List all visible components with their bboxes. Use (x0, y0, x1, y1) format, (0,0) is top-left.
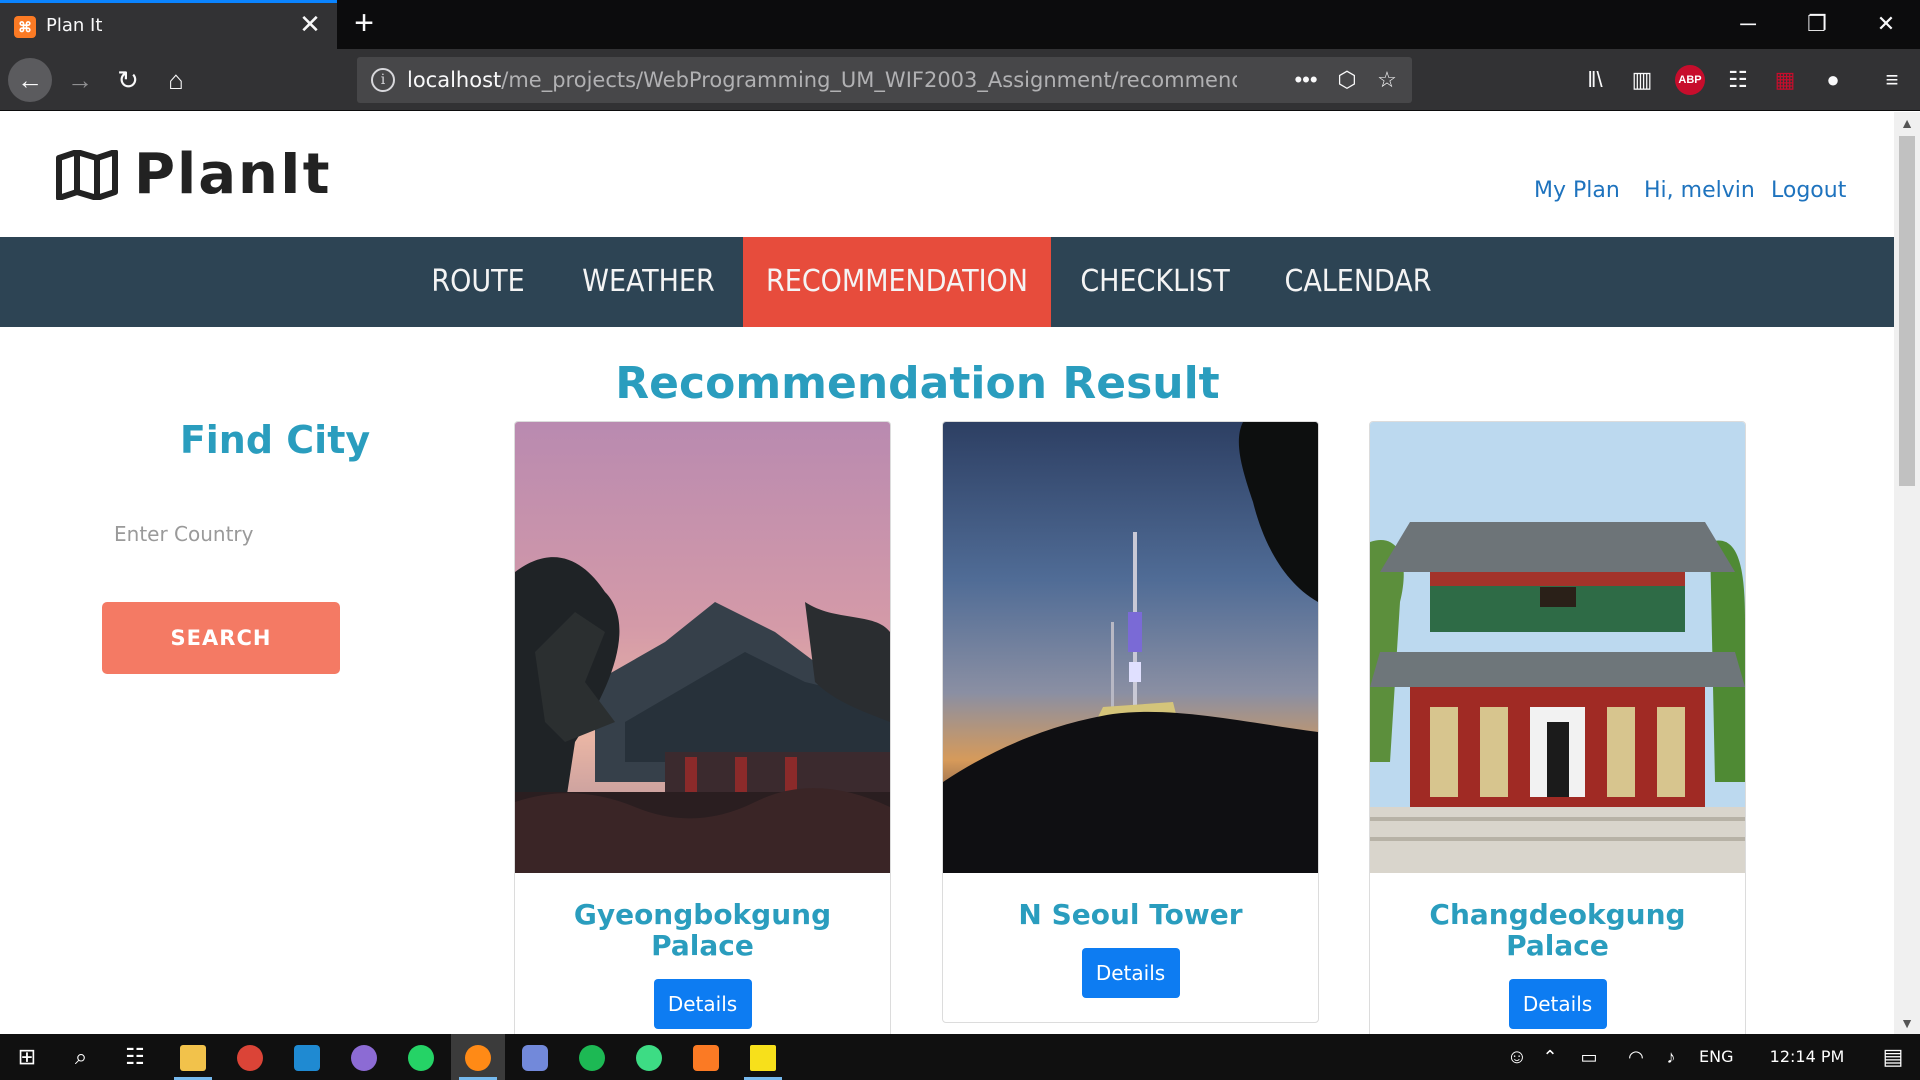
home-icon[interactable]: ⌂ (154, 58, 198, 102)
minimize-icon[interactable]: ─ (1725, 6, 1771, 42)
browser-tab[interactable]: ⌘ Plan It ✕ (0, 0, 337, 49)
url-host: localhost (407, 68, 502, 92)
find-city-title: Find City (179, 418, 371, 462)
n-seoul-tower-image (943, 422, 1318, 873)
account-icon[interactable]: ● (1818, 65, 1848, 95)
recommendation-card: Gyeongbokgung Palace Details (514, 421, 891, 1054)
sticky-notes-icon[interactable] (736, 1034, 790, 1080)
show-hidden-icons-icon[interactable]: ⌃ (1535, 1034, 1565, 1080)
adblock-icon[interactable]: ABP (1675, 65, 1705, 95)
card-title: N Seoul Tower (1018, 898, 1243, 931)
language-indicator[interactable]: ENG (1699, 1034, 1733, 1080)
url-path: /me_projects/WebProgramming_UM_WIF2003_A… (501, 68, 1237, 92)
new-tab-icon[interactable]: + (346, 6, 382, 42)
forward-icon[interactable]: → (58, 58, 102, 102)
close-tab-icon[interactable]: ✕ (296, 11, 324, 39)
country-input[interactable] (100, 512, 400, 556)
cors-icon[interactable]: ▦ (1770, 65, 1800, 95)
map-icon (56, 150, 118, 200)
page-scrollbar[interactable]: ▲ ▼ (1894, 112, 1920, 1034)
site-info-icon[interactable]: i (371, 68, 395, 92)
restore-icon[interactable]: ❐ (1794, 6, 1840, 42)
pocket-icon[interactable]: ⬡ (1333, 66, 1361, 94)
recommendation-card: Changdeokgung Palace Details (1369, 421, 1746, 1054)
tab-title: Plan It (46, 15, 103, 36)
chrome-icon[interactable] (223, 1034, 277, 1080)
close-window-icon[interactable]: ✕ (1863, 6, 1909, 42)
logout-link[interactable]: Logout (1771, 178, 1846, 203)
discord-icon[interactable] (508, 1034, 562, 1080)
nav-calendar[interactable]: CALENDAR (1265, 237, 1451, 327)
volume-icon[interactable]: ♪ (1655, 1034, 1687, 1080)
xampp-icon: ⌘ (14, 16, 36, 38)
windows-start-icon[interactable]: ⊞ (0, 1034, 54, 1080)
tab-strip: ⌘ Plan It ✕ + ─ ❐ ✕ (0, 0, 1920, 49)
nav-recommendation[interactable]: RECOMMENDATION (743, 237, 1051, 327)
card-title: Changdeokgung Palace (1429, 898, 1686, 962)
android-studio-icon[interactable] (622, 1034, 676, 1080)
menu-icon[interactable]: ≡ (1877, 65, 1907, 95)
site-logo[interactable]: PlanIt (134, 142, 332, 207)
recommendation-card: N Seoul Tower Details (942, 421, 1319, 1023)
bookmark-star-icon[interactable]: ☆ (1373, 66, 1401, 94)
site-header: PlanIt My Plan Hi, melvin Logout (0, 112, 1894, 237)
address-bar[interactable]: i localhost/me_projects/WebProgramming_U… (357, 57, 1412, 103)
nav-weather[interactable]: WEATHER (562, 237, 735, 327)
wifi-icon[interactable]: ◠ (1620, 1034, 1652, 1080)
back-icon[interactable]: ← (8, 58, 52, 102)
file-explorer-icon[interactable] (166, 1034, 220, 1080)
scroll-up-icon[interactable]: ▲ (1894, 112, 1920, 134)
xampp-taskbar-icon[interactable] (679, 1034, 733, 1080)
results-title: Recommendation Result (615, 358, 1220, 409)
reload-icon[interactable]: ↻ (106, 58, 150, 102)
gyeongbokgung-palace-image (515, 422, 890, 873)
scroll-thumb[interactable] (1899, 136, 1915, 486)
notifications-icon[interactable]: ▤ (1866, 1034, 1920, 1080)
page-actions-icon[interactable]: ••• (1292, 66, 1320, 94)
vscode-icon[interactable] (280, 1034, 334, 1080)
app-icon[interactable] (337, 1034, 391, 1080)
sidebar-icon[interactable]: ▥ (1627, 65, 1657, 95)
nav-checklist[interactable]: CHECKLIST (1066, 237, 1244, 327)
spotify-icon[interactable] (565, 1034, 619, 1080)
search-button[interactable]: SEARCH (102, 602, 340, 674)
extension-icon[interactable]: ☷ (1723, 65, 1753, 95)
whatsapp-icon[interactable] (394, 1034, 448, 1080)
task-view-icon[interactable]: ☷ (108, 1034, 162, 1080)
changdeokgung-palace-image (1370, 422, 1745, 873)
windows-taskbar: ⊞ ⌕ ☷ ☺ ⌃ ▭ ◠ ♪ ENG 12:14 PM ▤ (0, 1034, 1920, 1080)
card-title: Gyeongbokgung Palace (573, 898, 832, 962)
firefox-icon[interactable] (451, 1034, 505, 1080)
clock[interactable]: 12:14 PM (1752, 1034, 1862, 1080)
browser-toolbar: ← → ↻ ⌂ i localhost/me_projects/WebProgr… (0, 49, 1920, 111)
user-greeting-link[interactable]: Hi, melvin (1644, 178, 1755, 203)
scroll-down-icon[interactable]: ▼ (1894, 1012, 1920, 1034)
details-button[interactable]: Details (1081, 948, 1180, 998)
search-icon[interactable]: ⌕ (54, 1034, 108, 1080)
library-icon[interactable]: ‖\ (1580, 65, 1610, 95)
details-button[interactable]: Details (653, 979, 752, 1029)
main-navigation: ROUTE WEATHER RECOMMENDATION CHECKLIST C… (0, 237, 1894, 327)
battery-icon[interactable]: ▭ (1573, 1034, 1605, 1080)
url-text[interactable]: localhost/me_projects/WebProgramming_UM_… (407, 68, 1237, 94)
my-plan-link[interactable]: My Plan (1534, 178, 1620, 203)
nav-route[interactable]: ROUTE (412, 237, 544, 327)
details-button[interactable]: Details (1508, 979, 1607, 1029)
